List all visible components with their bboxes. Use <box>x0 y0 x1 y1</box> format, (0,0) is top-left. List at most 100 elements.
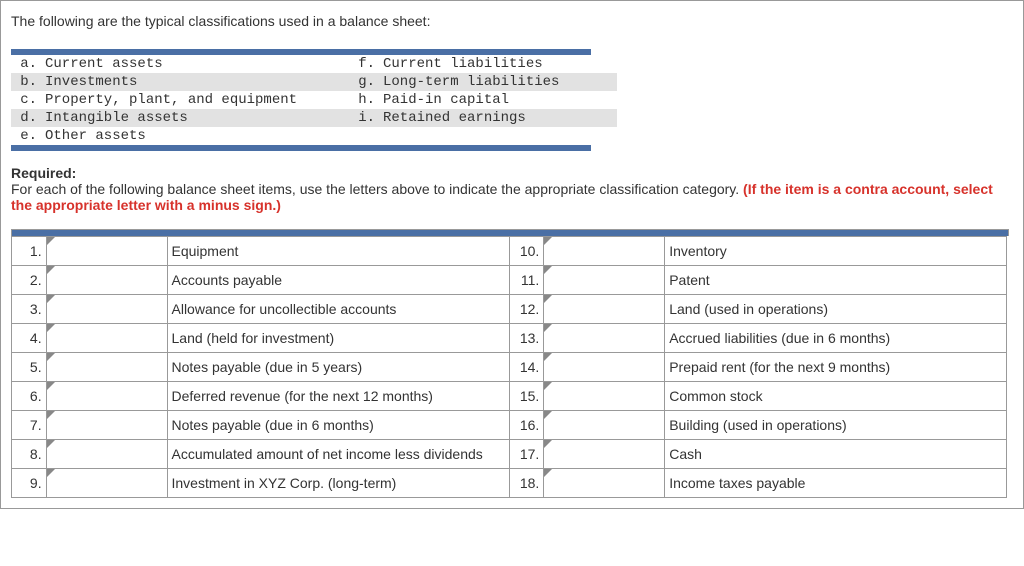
item-number: 6. <box>12 382 47 411</box>
class-letter: d. <box>11 109 41 127</box>
classification-row: e.Other assets <box>11 127 617 145</box>
answers-block: 1.Equipment10.Inventory2.Accounts payabl… <box>11 229 1013 498</box>
class-desc: Current liabilities <box>379 55 617 73</box>
class-letter: i. <box>349 109 379 127</box>
item-number: 1. <box>12 237 47 266</box>
classification-row: a.Current assetsf.Current liabilities <box>11 55 617 73</box>
required-text: For each of the following balance sheet … <box>11 181 743 197</box>
answer-input-cell[interactable] <box>46 411 167 440</box>
required-block: Required: For each of the following bala… <box>11 165 1013 213</box>
answer-input-cell[interactable] <box>46 295 167 324</box>
answer-row: 1.Equipment10.Inventory <box>12 237 1007 266</box>
dropdown-icon <box>544 266 552 274</box>
answer-input-cell[interactable] <box>544 324 665 353</box>
item-description: Cash <box>665 440 1007 469</box>
class-desc: Property, plant, and equipment <box>41 91 349 109</box>
class-desc: Other assets <box>41 127 349 145</box>
classification-table: a.Current assetsf.Current liabilitiesb.I… <box>11 55 617 145</box>
item-description: Deferred revenue (for the next 12 months… <box>167 382 509 411</box>
classification-block: a.Current assetsf.Current liabilitiesb.I… <box>11 49 1013 151</box>
class-desc: Retained earnings <box>379 109 617 127</box>
dropdown-icon <box>544 469 552 477</box>
answers-table: 1.Equipment10.Inventory2.Accounts payabl… <box>11 236 1007 498</box>
answer-input-cell[interactable] <box>544 469 665 498</box>
answer-input-cell[interactable] <box>46 382 167 411</box>
class-letter: c. <box>11 91 41 109</box>
dropdown-icon <box>544 353 552 361</box>
dropdown-icon <box>544 411 552 419</box>
item-description: Land (used in operations) <box>665 295 1007 324</box>
classification-row: d.Intangible assetsi.Retained earnings <box>11 109 617 127</box>
dropdown-icon <box>47 440 55 448</box>
answer-row: 7. Notes payable (due in 6 months)16. Buil… <box>12 411 1007 440</box>
item-description: Investment in XYZ Corp. (long-term) <box>167 469 509 498</box>
class-letter: e. <box>11 127 41 145</box>
item-number: 18. <box>509 469 544 498</box>
item-number: 4. <box>12 324 47 353</box>
item-description: Income taxes payable <box>665 469 1007 498</box>
answer-input-cell[interactable] <box>544 295 665 324</box>
answer-input-cell[interactable] <box>544 237 665 266</box>
dropdown-icon <box>544 382 552 390</box>
dropdown-icon <box>47 353 55 361</box>
answer-input-cell[interactable] <box>46 469 167 498</box>
item-description: Land (held for investment) <box>167 324 509 353</box>
dropdown-icon <box>47 382 55 390</box>
item-description: Notes payable (due in 6 months) <box>167 411 509 440</box>
answer-input-cell[interactable] <box>46 266 167 295</box>
dropdown-icon <box>47 237 55 245</box>
page-container: The following are the typical classifica… <box>0 0 1024 509</box>
item-description: Patent <box>665 266 1007 295</box>
class-letter <box>349 127 379 145</box>
item-number: 11. <box>509 266 544 295</box>
class-letter: a. <box>11 55 41 73</box>
dropdown-icon <box>47 295 55 303</box>
section-bottom-bar <box>11 145 591 151</box>
dropdown-icon <box>544 295 552 303</box>
class-letter: g. <box>349 73 379 91</box>
item-description: Allowance for uncollectible accounts <box>167 295 509 324</box>
class-letter: h. <box>349 91 379 109</box>
item-description: Equipment <box>167 237 509 266</box>
answer-input-cell[interactable] <box>46 440 167 469</box>
item-description: Building (used in operations) <box>665 411 1007 440</box>
answer-input-cell[interactable] <box>46 324 167 353</box>
class-desc: Intangible assets <box>41 109 349 127</box>
item-description: Common stock <box>665 382 1007 411</box>
answer-row: 3.Allowance for uncollectible accounts12… <box>12 295 1007 324</box>
item-number: 16. <box>509 411 544 440</box>
item-number: 15. <box>509 382 544 411</box>
dropdown-icon <box>47 469 55 477</box>
classification-row: b.Investmentsg.Long-term liabilities <box>11 73 617 91</box>
item-description: Prepaid rent (for the next 9 months) <box>665 353 1007 382</box>
item-number: 7. <box>12 411 47 440</box>
answer-input-cell[interactable] <box>544 382 665 411</box>
answer-input-cell[interactable] <box>544 353 665 382</box>
class-letter: f. <box>349 55 379 73</box>
answer-row: 9. Investment in XYZ Corp. (long-term)18.… <box>12 469 1007 498</box>
answer-row: 4.Land (held for investment)13.Accrued l… <box>12 324 1007 353</box>
class-desc: Current assets <box>41 55 349 73</box>
item-number: 3. <box>12 295 47 324</box>
item-number: 2. <box>12 266 47 295</box>
answer-input-cell[interactable] <box>544 440 665 469</box>
item-description: Inventory <box>665 237 1007 266</box>
class-desc: Investments <box>41 73 349 91</box>
item-number: 17. <box>509 440 544 469</box>
item-description: Accumulated amount of net income less di… <box>167 440 509 469</box>
intro-text: The following are the typical classifica… <box>1 13 1023 39</box>
dropdown-icon <box>544 440 552 448</box>
dropdown-icon <box>544 237 552 245</box>
item-description: Notes payable (due in 5 years) <box>167 353 509 382</box>
dropdown-icon <box>47 324 55 332</box>
answer-input-cell[interactable] <box>46 237 167 266</box>
item-number: 5. <box>12 353 47 382</box>
answers-top-bar <box>11 229 1009 236</box>
item-description: Accounts payable <box>167 266 509 295</box>
class-desc: Long-term liabilities <box>379 73 617 91</box>
answer-input-cell[interactable] <box>544 411 665 440</box>
answer-input-cell[interactable] <box>46 353 167 382</box>
answer-row: 5.Notes payable (due in 5 years)14.Prepa… <box>12 353 1007 382</box>
answer-input-cell[interactable] <box>544 266 665 295</box>
item-number: 9. <box>12 469 47 498</box>
